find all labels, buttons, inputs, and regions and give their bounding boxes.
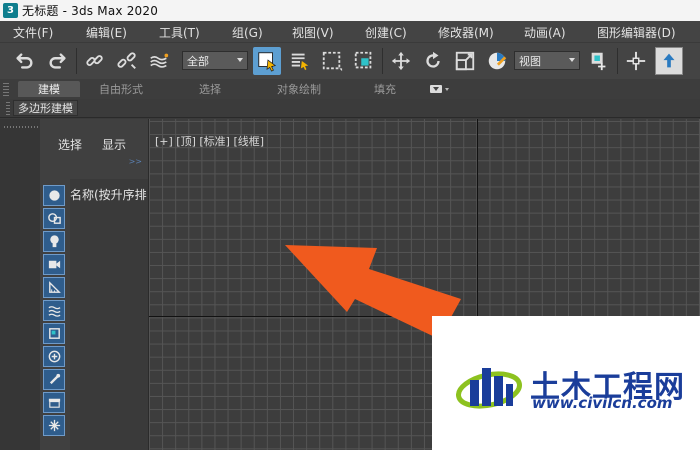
watermark-url: www.civilcn.com (532, 394, 673, 412)
scale-icon[interactable] (451, 47, 479, 75)
xref-filter-icon[interactable] (43, 346, 65, 367)
redo-icon[interactable] (44, 47, 72, 75)
bind-space-warp-icon[interactable] (145, 47, 173, 75)
menu-create[interactable]: 创建(C) (365, 24, 407, 41)
select-object-icon[interactable] (253, 47, 281, 75)
container-filter-icon[interactable] (43, 392, 65, 413)
scene-explorer-menu: 选择 显示 (40, 136, 148, 156)
snap-icon[interactable] (622, 47, 650, 75)
menu-animation[interactable]: 动画(A) (524, 24, 566, 41)
tab-freeform[interactable]: 自由形式 (90, 81, 152, 97)
expand-icon[interactable]: >> (129, 157, 142, 166)
helper-filter-icon[interactable] (43, 277, 65, 298)
subpanel-grip[interactable] (6, 102, 10, 115)
geometry-filter-icon[interactable] (43, 185, 65, 206)
menu-bar: 文件(F) 编辑(E) 工具(T) 组(G) 视图(V) 创建(C) 修改器(M… (0, 21, 700, 42)
ribbon-tabs: 建模 自由形式 选择 对象绘制 填充 (0, 79, 700, 99)
name-column-header[interactable]: 名称(按升序排 (70, 186, 148, 203)
tab-populate[interactable]: 填充 (360, 81, 410, 97)
menu-tools[interactable]: 工具(T) (159, 24, 200, 41)
selection-filter-select[interactable]: 全部 (182, 51, 248, 70)
window-title: 无标题 - 3ds Max 2020 (22, 4, 159, 18)
unlink-icon[interactable] (113, 47, 141, 75)
ribbon-grip[interactable] (3, 82, 9, 96)
window-crossing-icon[interactable] (350, 47, 378, 75)
selection-pivot-icon[interactable] (585, 47, 613, 75)
menu-graph-editors[interactable]: 图形编辑器(D) (597, 24, 676, 41)
spacewarp-filter-icon[interactable] (43, 300, 65, 321)
move-icon[interactable] (387, 47, 415, 75)
ribbon-options-dropdown[interactable] (430, 83, 452, 95)
tab-modeling[interactable]: 建模 (18, 81, 80, 97)
chevron-down-icon (569, 58, 575, 62)
ribbon-subpanel: 多边形建模 (0, 99, 700, 118)
menu-select[interactable]: 选择 (58, 136, 82, 153)
select-by-name-icon[interactable] (286, 47, 314, 75)
polygon-modeling-panel[interactable]: 多边形建模 (13, 100, 78, 116)
chevron-down-icon (445, 87, 449, 91)
menu-file[interactable]: 文件(F) (13, 24, 53, 41)
camera-filter-icon[interactable] (43, 254, 65, 275)
menu-modifiers[interactable]: 修改器(M) (438, 24, 494, 41)
scene-explorer: 选择 显示 >> 名称(按升序排 (40, 119, 148, 450)
scene-object-list[interactable] (70, 179, 148, 450)
left-dock-strip (0, 119, 146, 450)
undo-icon[interactable] (10, 47, 38, 75)
app-window: 3 无标题 - 3ds Max 2020 文件(F) 编辑(E) 工具(T) 组… (0, 0, 700, 450)
tab-object-paint[interactable]: 对象绘制 (262, 81, 336, 97)
rect-selection-region-icon[interactable] (318, 47, 346, 75)
group-filter-icon[interactable] (43, 323, 65, 344)
maximize-viewport-icon[interactable] (655, 47, 683, 75)
selection-filter-value: 全部 (187, 54, 209, 68)
title-bar: 3 无标题 - 3ds Max 2020 (0, 0, 700, 21)
menu-views[interactable]: 视图(V) (292, 24, 334, 41)
reference-coord-value: 视图 (519, 54, 541, 68)
ribbon-options-icon (430, 85, 442, 93)
main-toolbar: 全部 视图 (0, 42, 700, 79)
select-and-place-icon[interactable] (483, 47, 511, 75)
menu-display[interactable]: 显示 (102, 136, 126, 153)
menu-edit[interactable]: 编辑(E) (86, 24, 127, 41)
light-filter-icon[interactable] (43, 231, 65, 252)
bone-filter-icon[interactable] (43, 369, 65, 390)
reference-coord-select[interactable]: 视图 (514, 51, 580, 70)
rotate-icon[interactable] (419, 47, 447, 75)
watermark: 土木工程网 www.civilcn.com (432, 316, 700, 450)
watermark-logo-icon (456, 368, 522, 409)
particle-filter-icon[interactable] (43, 415, 65, 436)
shape-filter-icon[interactable] (43, 208, 65, 229)
tab-selection[interactable]: 选择 (180, 81, 240, 97)
link-icon[interactable] (81, 47, 109, 75)
chevron-down-icon (237, 58, 243, 62)
menu-group[interactable]: 组(G) (232, 24, 263, 41)
app-icon: 3 (3, 3, 18, 18)
